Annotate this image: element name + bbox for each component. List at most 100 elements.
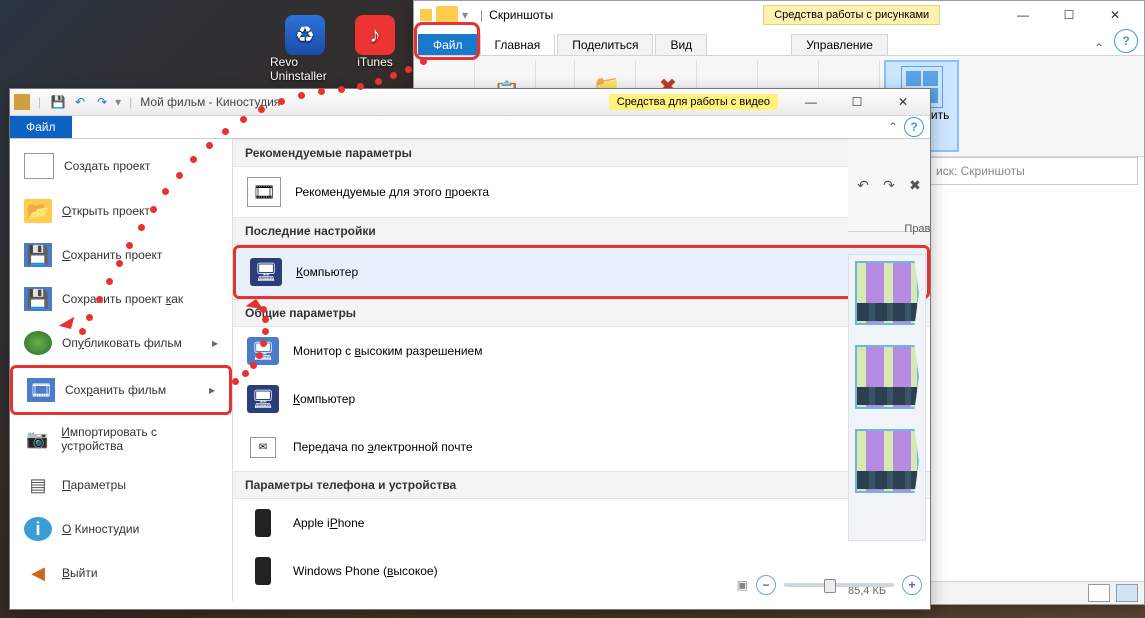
menu-label: Сохранить проект как (62, 292, 183, 306)
group-edit-label: Правка (848, 223, 930, 235)
film-icon: 🎞 (27, 378, 55, 402)
menu-create-project[interactable]: Создать проект (10, 143, 232, 189)
info-icon: i (24, 517, 52, 541)
help-icon[interactable]: ? (1114, 29, 1138, 53)
monitor-hd-icon: 🖥 (247, 337, 279, 365)
tab-home[interactable]: Главная (480, 34, 556, 55)
opt-label: Монитор с высоким разрешением (293, 344, 482, 358)
file-menu: Создать проект 📂 Открыть проект 💾 Сохран… (10, 139, 233, 601)
save-icon[interactable]: 💾 (49, 93, 67, 111)
close-button[interactable]: ✕ (1092, 1, 1138, 29)
moviemaker-window: | 💾 ↶ ↷ ▾ | Мой фильм - Киностудия Средс… (9, 88, 931, 610)
timeline-clips[interactable] (848, 254, 926, 541)
menu-about[interactable]: i О Киностудии (10, 507, 232, 551)
file-tab[interactable]: Файл (10, 116, 72, 138)
undo-icon[interactable]: ↶ (71, 93, 89, 111)
iphone-icon (247, 509, 279, 537)
opt-highres-monitor[interactable]: 🖥 Монитор с высоким разрешением (233, 327, 930, 375)
chevron-right-icon: ▸ (209, 383, 215, 397)
menu-label: Опубликовать фильм (62, 336, 182, 350)
opt-computer-recent[interactable]: 🖥 Компьютер (233, 245, 930, 299)
mail-icon: ✉ (247, 433, 279, 461)
opt-label: Передача по электронной почте (293, 440, 473, 454)
chevron-right-icon: ▸ (212, 336, 218, 350)
section-phone: Параметры телефона и устройства (233, 471, 930, 499)
folder-small-icon (420, 9, 432, 21)
delete-clip-icon[interactable]: ✖ (904, 174, 926, 196)
opt-wp-low[interactable]: Windows Phone (низкое) (233, 595, 930, 601)
camera-icon: 📷 (24, 427, 51, 451)
search-placeholder: иск: Скриншоты (936, 164, 1025, 178)
opt-label: Apple iPhone (293, 516, 364, 530)
clip-thumbnail[interactable] (855, 345, 919, 409)
qat-dropdown-icon[interactable]: ▾ (115, 95, 121, 109)
zoom-thumb[interactable] (824, 579, 836, 593)
zoom-in-button[interactable]: + (902, 575, 922, 595)
desktop-icon-revo[interactable]: ♻ Revo Uninstaller (270, 15, 340, 83)
tab-manage[interactable]: Управление (791, 34, 888, 55)
save-as-icon: 💾 (24, 287, 52, 311)
phone-icon (247, 557, 279, 585)
qat-dropdown-icon[interactable]: ▾ (462, 8, 468, 22)
explorer-title: Скриншоты (489, 8, 553, 22)
zoom-out-button[interactable]: − (756, 575, 776, 595)
menu-exit[interactable]: ◀ Выйти (10, 551, 232, 595)
menu-publish-movie[interactable]: Опубликовать фильм ▸ (10, 321, 232, 365)
clip-thumbnail[interactable] (855, 261, 919, 325)
menu-import-device[interactable]: 📷 Импортировать с устройства (10, 415, 232, 463)
thumbnails-view-icon[interactable] (1116, 584, 1138, 602)
opt-label: Компьютер (293, 392, 355, 406)
close-button[interactable]: ✕ (880, 88, 926, 116)
menu-label: О Киностудии (62, 522, 139, 536)
tab-view[interactable]: Вид (655, 34, 707, 55)
ribbon-collapse-icon[interactable]: ⌃ (888, 120, 898, 134)
desktop-icon-label: Revo Uninstaller (270, 55, 340, 83)
clip-thumbnail[interactable] (855, 429, 919, 493)
quick-access-toolbar: | 💾 ↶ ↷ ▾ | Мой фильм - Киностудия Средс… (10, 89, 930, 116)
details-view-icon[interactable] (1088, 584, 1110, 602)
opt-recommended-project[interactable]: 🎞 Рекомендуемые для этого проекта (233, 167, 930, 217)
menu-save-project-as[interactable]: 💾 Сохранить проект как (10, 277, 232, 321)
section-recent: Последние настройки (233, 217, 930, 245)
tab-share[interactable]: Поделиться (557, 34, 653, 55)
menu-label: Параметры (62, 478, 126, 492)
folder-icon (436, 6, 458, 24)
opt-iphone[interactable]: Apple iPhone (233, 499, 930, 547)
menu-open-project[interactable]: 📂 Открыть проект (10, 189, 232, 233)
menu-params[interactable]: ▤ Параметры (10, 463, 232, 507)
fit-view-icon[interactable]: ▣ (737, 578, 748, 592)
revo-icon: ♻ (285, 15, 325, 55)
rotate-right-icon[interactable]: ↷ (878, 174, 900, 196)
rotate-left-icon[interactable]: ↶ (852, 174, 874, 196)
desktop-icon-label: iTunes (357, 55, 393, 69)
monitor-icon: 🖥 (250, 258, 282, 286)
menu-label: Открыть проект (62, 204, 150, 218)
contextual-tab-images[interactable]: Средства работы с рисунками (763, 5, 940, 25)
app-icon (14, 94, 30, 110)
monitor-icon: 🖥 (247, 385, 279, 413)
globe-icon (24, 331, 52, 355)
search-input[interactable]: иск: Скриншоты (929, 157, 1138, 185)
help-icon[interactable]: ? (904, 117, 924, 137)
maximize-button[interactable]: ☐ (1046, 1, 1092, 29)
contextual-tab-video[interactable]: Средства для работы с видео (609, 94, 778, 110)
zoom-slider: ▣ − + (737, 575, 922, 595)
zoom-track[interactable] (784, 583, 894, 587)
itunes-icon: ♪ (355, 15, 395, 55)
minimize-button[interactable]: — (1000, 1, 1046, 29)
maximize-button[interactable]: ☐ (834, 88, 880, 116)
expand-ribbon-icon[interactable]: ⌃ (1094, 41, 1104, 55)
menu-label: Сохранить проект (62, 248, 162, 262)
exit-icon: ◀ (24, 561, 52, 585)
menu-label: Выйти (62, 566, 98, 580)
tab-file[interactable]: Файл (418, 34, 478, 55)
opt-email[interactable]: ✉ Передача по электронной почте (233, 423, 930, 471)
menu-save-project[interactable]: 💾 Сохранить проект (10, 233, 232, 277)
save-movie-submenu: Рекомендуемые параметры 🎞 Рекомендуемые … (233, 139, 930, 601)
menu-save-movie[interactable]: 🎞 Сохранить фильм ▸ (10, 365, 232, 415)
desktop-icon-itunes[interactable]: ♪ iTunes (340, 15, 410, 69)
opt-label: Рекомендуемые для этого проекта (295, 185, 489, 199)
opt-computer[interactable]: 🖥 Компьютер (233, 375, 930, 423)
minimize-button[interactable]: — (788, 88, 834, 116)
redo-icon[interactable]: ↷ (93, 93, 111, 111)
